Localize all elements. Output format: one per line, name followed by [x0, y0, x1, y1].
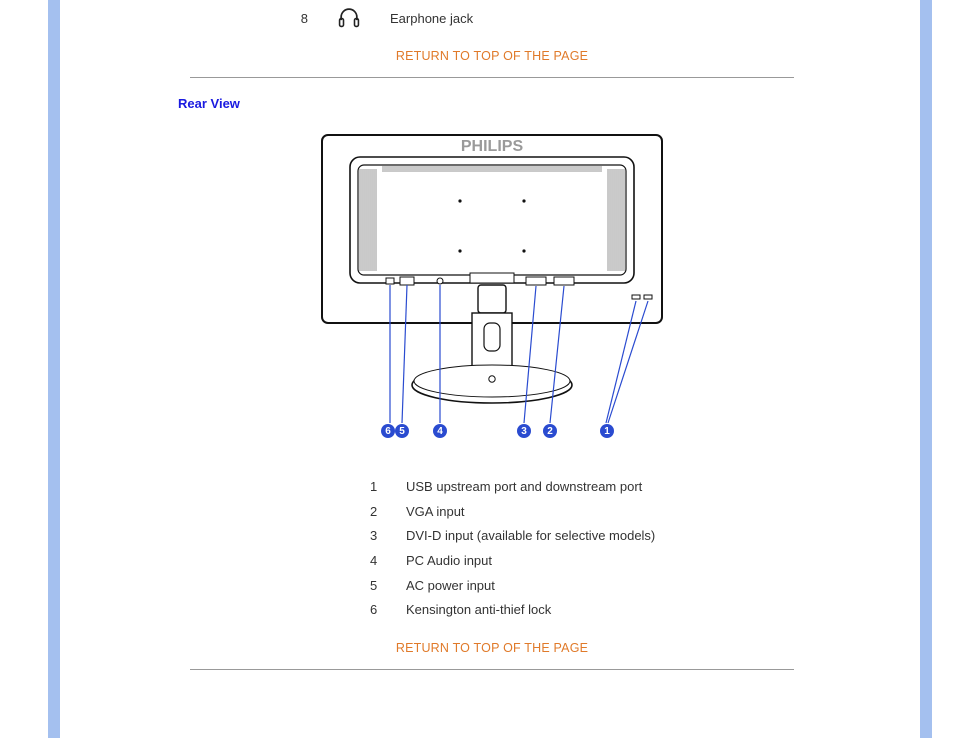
- rear-view-legend: 1USB upstream port and downstream port 2…: [370, 475, 854, 623]
- page-content: 8 Earphone jack RETURN TO TOP OF THE PAG…: [70, 0, 914, 738]
- svg-text:4: 4: [437, 426, 443, 437]
- rear-view-figure: PHILIPS: [130, 123, 854, 453]
- legend-row: 3DVI-D input (available for selective mo…: [370, 524, 854, 549]
- return-to-top-link-1[interactable]: RETURN TO TOP OF THE PAGE: [130, 49, 854, 63]
- front-view-row-8: 8 Earphone jack: [290, 0, 854, 31]
- legend-row: 5AC power input: [370, 574, 854, 599]
- rear-view-heading: Rear View: [178, 96, 854, 111]
- row-number: 8: [290, 11, 308, 26]
- section-divider-2: [190, 669, 794, 670]
- legend-row: 6Kensington anti-thief lock: [370, 598, 854, 623]
- svg-text:2: 2: [547, 426, 553, 437]
- legend-row: 4PC Audio input: [370, 549, 854, 574]
- brand-label: PHILIPS: [461, 138, 524, 155]
- svg-text:1: 1: [604, 426, 610, 437]
- section-divider-1: [190, 77, 794, 78]
- svg-text:3: 3: [521, 426, 527, 437]
- svg-text:5: 5: [399, 426, 405, 437]
- row-label: Earphone jack: [390, 11, 473, 26]
- left-margin-rail: [48, 0, 60, 738]
- svg-text:6: 6: [385, 426, 391, 437]
- headphone-icon: [336, 6, 362, 31]
- legend-row: 2VGA input: [370, 500, 854, 525]
- right-margin-rail: [920, 0, 932, 738]
- legend-row: 1USB upstream port and downstream port: [370, 475, 854, 500]
- return-to-top-link-2[interactable]: RETURN TO TOP OF THE PAGE: [130, 641, 854, 655]
